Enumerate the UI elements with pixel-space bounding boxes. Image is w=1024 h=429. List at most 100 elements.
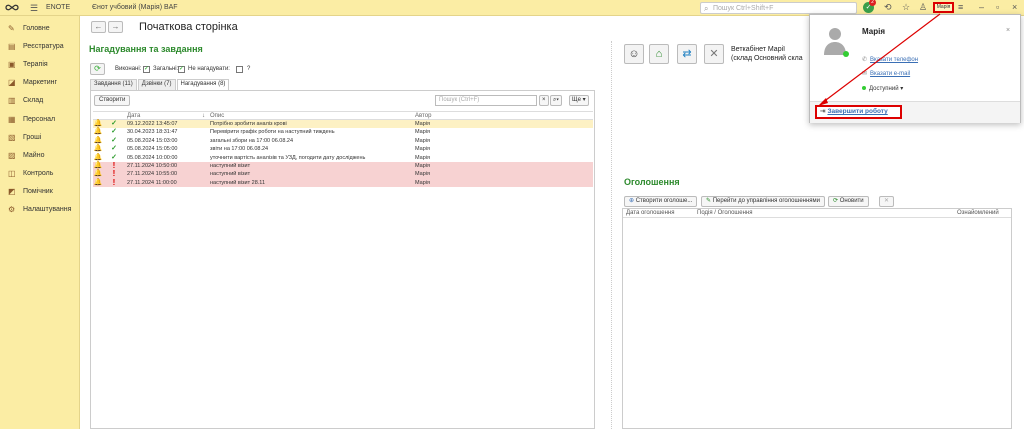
refresh-button[interactable]: ⟳: [90, 63, 105, 75]
sidebar-item-label: Гроші: [23, 133, 42, 141]
done-check-icon: ✓: [111, 120, 117, 127]
search-options-button[interactable]: ⌕▾: [550, 95, 562, 106]
filter-done-checkbox[interactable]: ✓: [143, 66, 150, 73]
refresh-icon: ⟳: [833, 198, 839, 204]
table-row[interactable]: 🔔 ✓ 05.08.2024 15:05:00 звіти на 17:00 06.0…: [93, 145, 593, 153]
sidebar-item-staff[interactable]: ▦ Персонал: [0, 110, 79, 128]
row-date: 27.11.2024 10:55:00: [127, 171, 178, 178]
sidebar-item-therapy[interactable]: ▣ Терапія: [0, 55, 79, 73]
search-placeholder: Пошук Ctrl+Shift+F: [713, 5, 774, 12]
table-row[interactable]: 🔔 ✓ 05.08.2024 15:03:00 загальні збори на 1…: [93, 137, 593, 145]
end-work-button[interactable]: ⇥ Завершити роботу: [815, 105, 902, 119]
avatar: [824, 28, 846, 55]
settings-icon: ⚙: [8, 205, 16, 215]
overdue-exclamation-icon: !: [112, 177, 116, 187]
row-author: Марія: [415, 154, 430, 161]
warehouse-icon: ▥: [8, 96, 16, 106]
sidebar-item-main[interactable]: ✎ Головне: [0, 19, 79, 37]
doctor-icon[interactable]: ☺: [624, 44, 644, 64]
more-button[interactable]: Ще ▾: [569, 95, 589, 106]
table-row[interactable]: 🔔 ✓ 09.12.2022 13:45:07 Потрібно зробити ан…: [93, 120, 593, 129]
favorites-star-icon[interactable]: ☆: [902, 2, 910, 13]
back-button[interactable]: ←: [91, 21, 106, 33]
bell-icon: 🔔: [93, 153, 103, 161]
refresh-announcements-button[interactable]: ⟳ Оновити: [828, 196, 869, 207]
tools-button[interactable]: ✕: [879, 196, 895, 207]
row-description: звіти на 17:00 06.08.24: [210, 146, 269, 153]
filter-help[interactable]: ?: [247, 66, 250, 72]
tab-tasks[interactable]: Завдання (11): [90, 79, 137, 90]
tab-reminders[interactable]: Нагадування (8): [176, 79, 230, 90]
restore-icon[interactable]: ▫: [996, 2, 999, 12]
search-icon: ⌕: [704, 4, 709, 13]
set-email-link[interactable]: ✉ Вказати e-mail: [862, 70, 910, 77]
history-icon[interactable]: ⟲: [884, 2, 892, 13]
row-date: 05.08.2024 15:03:00: [127, 137, 178, 144]
sidebar-item-property[interactable]: ▨ Майно: [0, 146, 79, 164]
app-name: ENOTE: [46, 4, 71, 11]
property-icon: ▨: [8, 150, 16, 160]
sidebar-item-control[interactable]: ◫ Контроль: [0, 165, 79, 183]
table-row[interactable]: 🔔 ✓ 30.04.2023 18:31:47 Перевірити графік р…: [93, 128, 593, 136]
end-work-label: Завершити роботу: [827, 108, 888, 115]
sidebar-item-settings[interactable]: ⚙ Налаштування: [0, 201, 79, 219]
notifications-icon[interactable]: ✓ 2: [863, 0, 876, 13]
availability-status[interactable]: Доступний ▾: [862, 85, 903, 92]
settings-menu-icon[interactable]: ≡: [958, 2, 963, 12]
forward-button[interactable]: →: [108, 21, 123, 33]
sidebar-item-label: Головне: [23, 24, 50, 32]
column-ann-read[interactable]: Ознайомлений: [957, 209, 999, 217]
column-description[interactable]: Опис: [208, 112, 413, 119]
table-row[interactable]: 🔔! 27.11.2024 10:50:00 наступний візит Марі…: [93, 161, 593, 171]
announcements-table: Дата оголошення Подія / Оголошення Ознай…: [622, 208, 1012, 429]
sidebar-item-registry[interactable]: ▤ Реєстратура: [0, 37, 79, 55]
logout-icon: ⇥: [820, 108, 826, 115]
row-author: Марія: [415, 121, 430, 127]
sidebar-item-warehouse[interactable]: ▥ Склад: [0, 92, 79, 110]
table-row[interactable]: 🔔! 27.11.2024 10:55:00 наступний візит Марі…: [93, 170, 593, 179]
column-author[interactable]: Автор: [413, 112, 593, 119]
column-ann-event[interactable]: Подія / Оголошення: [697, 209, 752, 217]
minimize-icon[interactable]: –: [979, 2, 984, 12]
column-divider: [611, 41, 612, 429]
create-button[interactable]: Створити: [94, 95, 131, 106]
tools-icon[interactable]: ✕: [704, 44, 724, 64]
edit-icon: ✎: [706, 198, 712, 204]
status-dot: [862, 86, 866, 90]
bell-icon: 🔔: [93, 178, 103, 186]
reminders-search-input[interactable]: Пошук (Ctrl+F): [435, 95, 537, 106]
current-user-button[interactable]: Марія: [933, 2, 954, 13]
column-ann-date[interactable]: Дата оголошення: [626, 209, 674, 217]
manage-announcements-button[interactable]: ✎ Перейти до управління оголошеннями: [701, 196, 826, 207]
filter-general-checkbox[interactable]: ✓: [178, 66, 185, 73]
filter-no-remind-checkbox[interactable]: [236, 66, 243, 73]
home-icon[interactable]: ⌂: [649, 44, 669, 64]
clear-search-button[interactable]: ×: [539, 95, 549, 106]
sync-icon[interactable]: ⇄: [677, 44, 697, 64]
bell-icon: 🔔: [93, 145, 103, 153]
tab-calls[interactable]: Дзвінки (7): [137, 79, 176, 90]
sidebar-item-marketing[interactable]: ◪ Маркетинг: [0, 74, 79, 92]
table-row[interactable]: 🔔! 27.11.2024 11:00:00 наступний візит 28.…: [93, 177, 593, 188]
done-check-icon: ✓: [111, 145, 117, 153]
user-icon[interactable]: ♙: [919, 2, 927, 13]
global-search-input[interactable]: ⌕ Пошук Ctrl+Shift+F: [700, 2, 857, 14]
create-announcement-button[interactable]: ⊕ Створити оголоше...: [624, 196, 698, 207]
create-announcement-label: Створити оголоше...: [635, 198, 693, 204]
row-description: наступний візит: [210, 162, 251, 169]
sidebar-item-money[interactable]: ▧ Гроші: [0, 128, 79, 146]
plus-icon: ⊕: [629, 198, 635, 204]
sidebar-item-assistant[interactable]: ◩ Помічник: [0, 183, 79, 201]
menu-icon[interactable]: ☰: [30, 3, 38, 14]
row-date: 27.11.2024 10:50:00: [127, 162, 178, 169]
row-date: 09.12.2022 13:45:07: [127, 121, 178, 127]
set-phone-link[interactable]: ✆ Вказати телефон: [862, 56, 918, 63]
reminders-title: Нагадування та завдання: [89, 44, 203, 54]
set-email-label: Вказати e-mail: [870, 71, 911, 77]
reminders-panel: Створити Пошук (Ctrl+F) × ⌕▾ Ще ▾ Дата ↓ …: [90, 90, 595, 429]
table-row[interactable]: 🔔 ✓ 05.08.2024 10:00:00 уточнити вартість а…: [93, 154, 593, 162]
close-icon[interactable]: ×: [1012, 2, 1017, 12]
close-popup-button[interactable]: ×: [1006, 27, 1010, 34]
bell-icon: 🔔: [93, 128, 103, 136]
column-date[interactable]: Дата ↓: [125, 112, 208, 119]
